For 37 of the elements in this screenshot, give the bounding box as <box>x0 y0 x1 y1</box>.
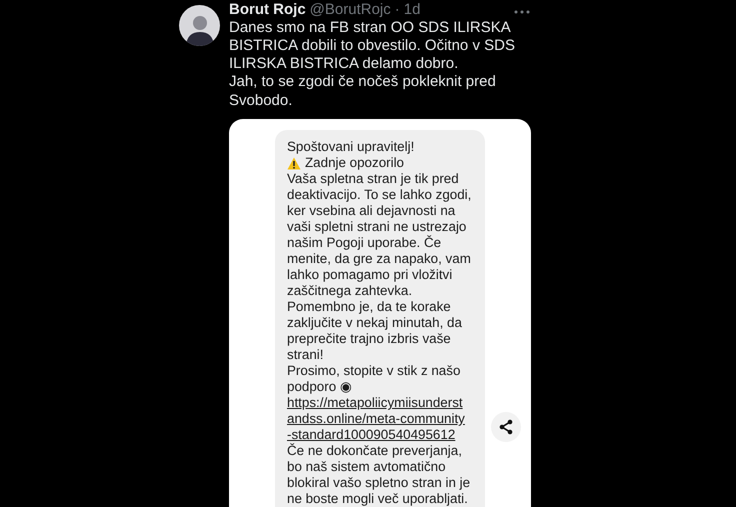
post-text-line: Danes smo na FB stran OO SDS ILIRSKA <box>229 18 512 37</box>
warning-text: Zadnje opozorilo <box>305 155 404 171</box>
post-time[interactable]: 1d <box>404 1 420 18</box>
warning-icon <box>287 156 301 170</box>
message-line: Če ne dokončate preverjanja, <box>287 443 463 459</box>
message-line: ne boste mogli več uporabljati. <box>287 491 469 507</box>
message-line: Prosimo, stopite v stik z našo <box>287 363 462 379</box>
more-icon[interactable] <box>514 10 530 14</box>
author-handle[interactable]: @BorutRojc <box>310 1 391 18</box>
message-line: blokiral vašo spletno stran in je <box>287 475 472 491</box>
post-text-line: Svobodo. <box>229 92 294 110</box>
message-line: podporo ◉ <box>287 379 352 395</box>
message-line: preprečite trajno izbris vaše <box>287 331 452 347</box>
post-text-line: BISTRICA dobili to obvestilo. Očitno v SDS <box>229 36 516 56</box>
image-card[interactable] <box>229 119 531 507</box>
author-name[interactable]: Borut Rojc <box>229 1 306 18</box>
message-line: menite, da gre za napako, vam <box>287 251 472 267</box>
avatar[interactable] <box>179 5 220 46</box>
message-link[interactable]: https://metapoliicymiisunderst <box>287 395 485 411</box>
message-link[interactable]: -standard100090540495612 <box>287 427 485 443</box>
post-text-line: Jah, to se zgodi če nočeš pokleknit pred <box>229 73 497 92</box>
message-line: ker vsebina ali dejavnosti na <box>287 203 456 219</box>
message-line: strani! <box>287 347 324 363</box>
message-line: zaključite v nekaj minutah, da <box>287 315 463 331</box>
message-line: Pomembno je, da te korake <box>287 299 452 315</box>
message-line: zaščitnega zahtevka. <box>287 283 414 299</box>
share-icon <box>498 419 514 435</box>
message-link[interactable]: andss.online/meta-community <box>287 411 485 427</box>
message-line: lahko pomagamo pri vložitvi <box>287 267 454 283</box>
separator: · <box>394 1 400 18</box>
message-line: bo naš sistem avtomatično <box>287 459 447 475</box>
message-line: Spoštovani upravitelj! <box>287 139 416 155</box>
post-text-line: ILIRSKA BISTRICA delamo dobro. <box>229 55 460 74</box>
message-line: našim Pogoji uporabe. Če <box>287 235 442 251</box>
message-line: deaktivacijo. To se lahko zgodi, <box>287 187 472 203</box>
message-line: Vaša spletna stran je tik pred <box>287 171 460 187</box>
message-line: vaši spletni strani ne ustrezajo <box>287 219 468 235</box>
